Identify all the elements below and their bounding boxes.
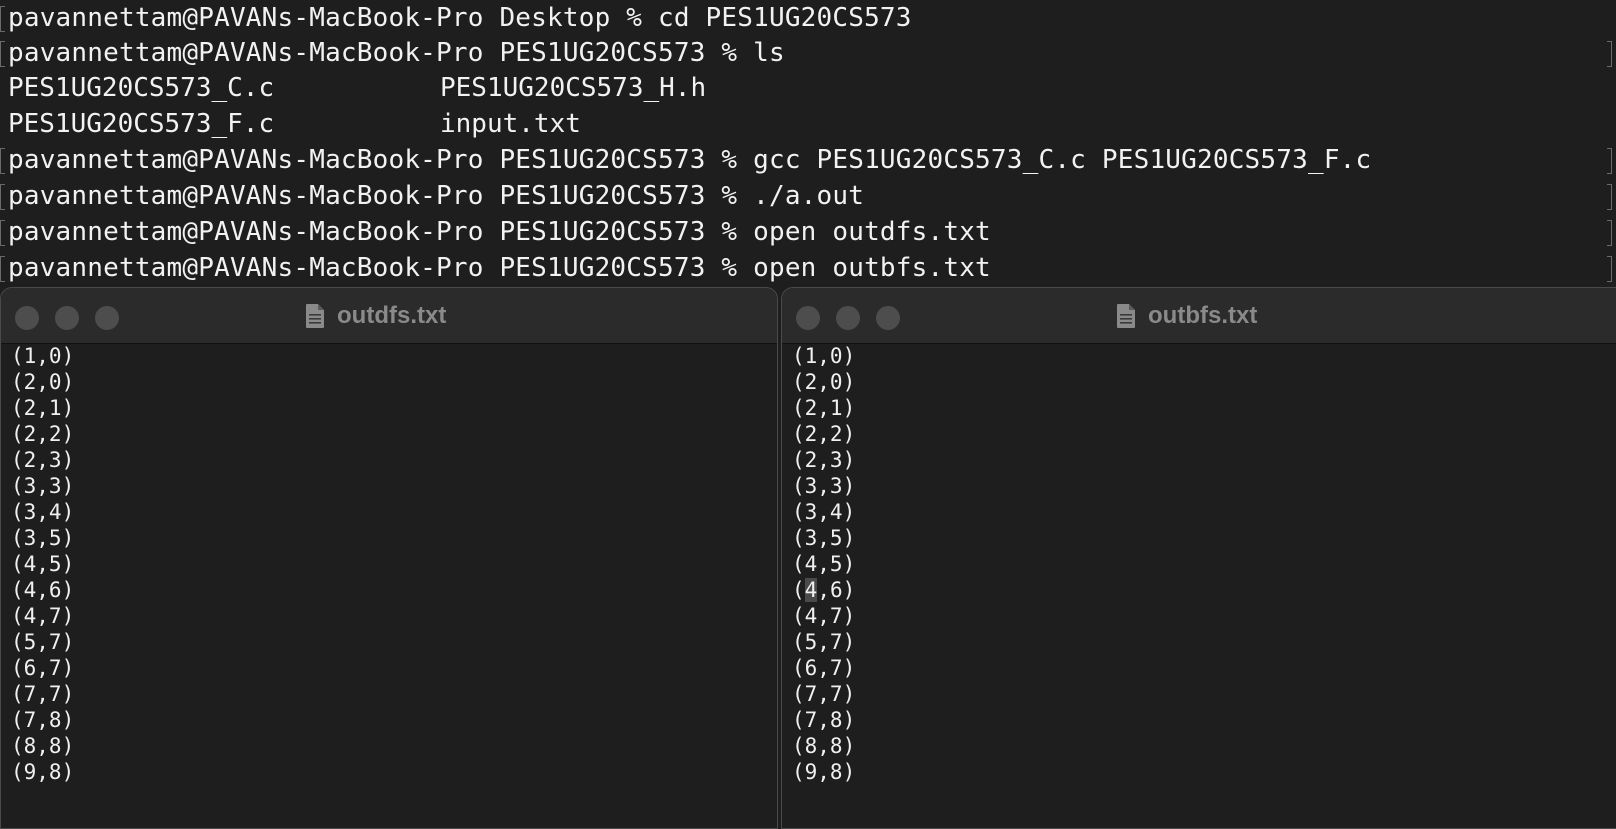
line-marker bbox=[1607, 41, 1612, 67]
minimize-button[interactable] bbox=[55, 306, 79, 330]
document-icon bbox=[306, 303, 324, 328]
text-line: (9,8) bbox=[11, 760, 75, 784]
line-marker bbox=[0, 148, 5, 174]
text-line: (2,3) bbox=[11, 448, 75, 472]
text-line: (4,5) bbox=[792, 552, 856, 576]
text-line: (1,0) bbox=[792, 344, 856, 368]
terminal-command-line: pavannettam@PAVANs-MacBook-Pro PES1UG20C… bbox=[8, 217, 991, 247]
text-line: (6,7) bbox=[792, 656, 856, 680]
window-titlebar[interactable]: outbfs.txt bbox=[782, 288, 1616, 344]
text-line: (3,3) bbox=[792, 474, 856, 498]
terminal-command-line: pavannettam@PAVANs-MacBook-Pro PES1UG20C… bbox=[8, 38, 785, 68]
text-line: (2,2) bbox=[11, 422, 75, 446]
text-line: (4,6) bbox=[11, 578, 75, 602]
textedit-window-outdfs[interactable]: outdfs.txt (1,0) (2,0) (2,1) (2,2) (2,3)… bbox=[0, 287, 778, 829]
window-title: outdfs.txt bbox=[305, 288, 446, 343]
window-title-text: outdfs.txt bbox=[337, 301, 447, 329]
window-title-text: outbfs.txt bbox=[1148, 301, 1258, 329]
terminal-command-line: pavannettam@PAVANs-MacBook-Pro PES1UG20C… bbox=[8, 145, 1372, 175]
text-line: (3,5) bbox=[11, 526, 75, 550]
text-line: (5,7) bbox=[792, 630, 856, 654]
close-button[interactable] bbox=[15, 306, 39, 330]
zoom-button[interactable] bbox=[876, 306, 900, 330]
document-icon bbox=[1117, 303, 1135, 328]
text-line: (4,5) bbox=[11, 552, 75, 576]
ls-output-item: PES1UG20CS573_F.c bbox=[8, 109, 275, 139]
textedit-window-outbfs[interactable]: outbfs.txt (1,0) (2,0) (2,1) (2,2) (2,3)… bbox=[781, 287, 1616, 829]
text-line: (5,7) bbox=[11, 630, 75, 654]
text-line: (9,8) bbox=[792, 760, 856, 784]
terminal-command-line: pavannettam@PAVANs-MacBook-Pro PES1UG20C… bbox=[8, 181, 865, 211]
window-titlebar[interactable]: outdfs.txt bbox=[1, 288, 777, 344]
text-fragment: ,6) bbox=[817, 578, 856, 602]
text-line: (7,8) bbox=[792, 708, 856, 732]
text-fragment: ( bbox=[792, 578, 805, 602]
line-marker bbox=[1607, 148, 1612, 174]
text-line: (2,1) bbox=[11, 396, 75, 420]
text-line: (2,2) bbox=[792, 422, 856, 446]
line-marker bbox=[1607, 256, 1612, 282]
text-line: (3,5) bbox=[792, 526, 856, 550]
ls-output-item: PES1UG20CS573_H.h bbox=[440, 73, 707, 103]
line-marker bbox=[1607, 220, 1612, 246]
selected-character: 4 bbox=[804, 578, 818, 602]
text-line: (7,8) bbox=[11, 708, 75, 732]
line-marker bbox=[0, 6, 5, 32]
terminal-command-line: pavannettam@PAVANs-MacBook-Pro Desktop %… bbox=[8, 3, 912, 33]
text-line: (3,4) bbox=[11, 500, 75, 524]
text-line: (3,3) bbox=[11, 474, 75, 498]
terminal-command-line: pavannettam@PAVANs-MacBook-Pro PES1UG20C… bbox=[8, 253, 991, 283]
text-line: (4,7) bbox=[792, 604, 856, 628]
text-line: (2,3) bbox=[792, 448, 856, 472]
text-line: (2,1) bbox=[792, 396, 856, 420]
text-line: (3,4) bbox=[792, 500, 856, 524]
text-line: (2,0) bbox=[11, 370, 75, 394]
text-line: (8,8) bbox=[792, 734, 856, 758]
line-marker bbox=[0, 220, 5, 246]
text-line: (1,0) bbox=[11, 344, 75, 368]
ls-output-item: PES1UG20CS573_C.c bbox=[8, 73, 275, 103]
ls-output-item: input.txt bbox=[440, 109, 581, 139]
text-line: (4,7) bbox=[11, 604, 75, 628]
text-line: (7,7) bbox=[11, 682, 75, 706]
text-line: (2,0) bbox=[792, 370, 856, 394]
text-content[interactable]: (1,0) (2,0) (2,1) (2,2) (2,3) (3,3) (3,4… bbox=[792, 343, 855, 785]
line-marker bbox=[0, 256, 5, 282]
line-marker bbox=[0, 184, 5, 210]
window-title: outbfs.txt bbox=[1116, 288, 1257, 343]
text-line: (6,7) bbox=[11, 656, 75, 680]
minimize-button[interactable] bbox=[836, 306, 860, 330]
text-content[interactable]: (1,0) (2,0) (2,1) (2,2) (2,3) (3,3) (3,4… bbox=[11, 343, 74, 785]
line-marker bbox=[0, 41, 5, 67]
text-line: (8,8) bbox=[11, 734, 75, 758]
zoom-button[interactable] bbox=[95, 306, 119, 330]
line-marker bbox=[1607, 184, 1612, 210]
text-line: (7,7) bbox=[792, 682, 856, 706]
text-line-with-cursor: (4,6) bbox=[792, 577, 855, 603]
close-button[interactable] bbox=[796, 306, 820, 330]
